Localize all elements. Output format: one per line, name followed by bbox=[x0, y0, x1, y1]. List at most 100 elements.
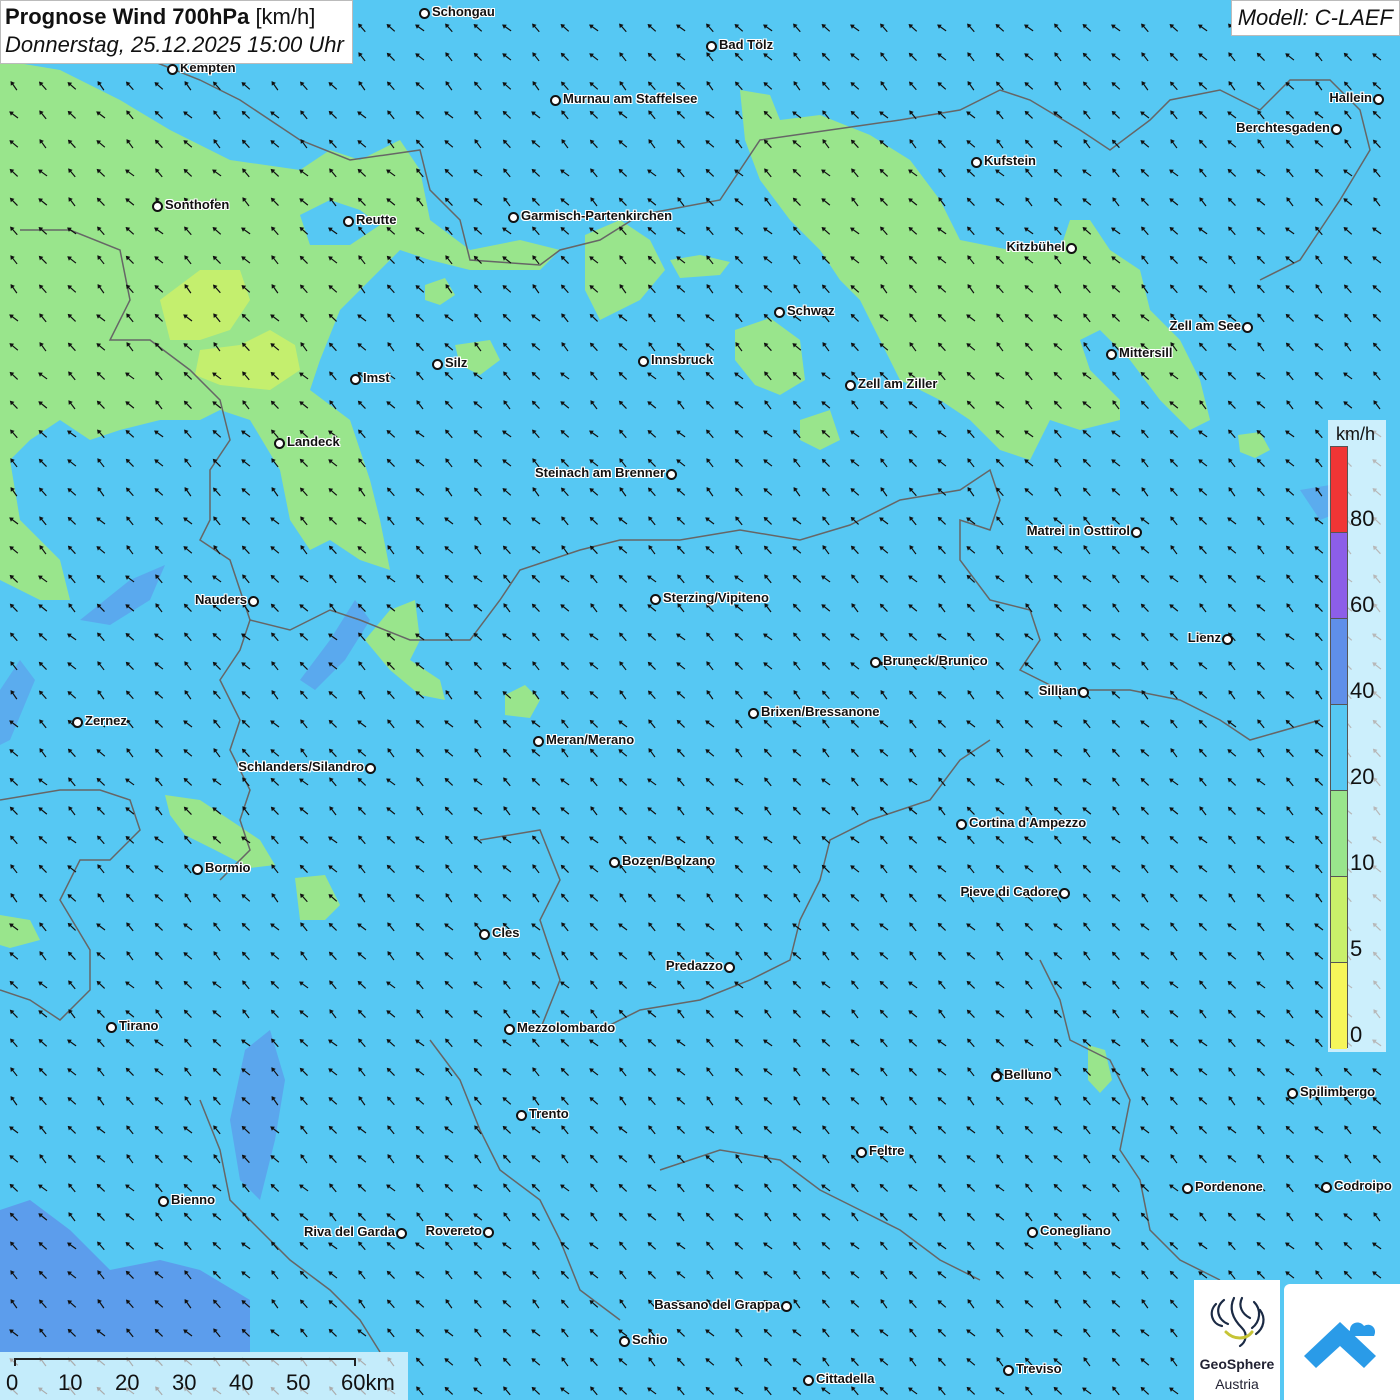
city-marker[interactable] bbox=[106, 1022, 117, 1033]
city-marker[interactable] bbox=[365, 763, 376, 774]
city-label[interactable]: Bruneck/Brunico bbox=[883, 653, 988, 668]
city-marker[interactable] bbox=[248, 596, 259, 607]
city-marker[interactable] bbox=[650, 594, 661, 605]
city-label[interactable]: Rovereto bbox=[426, 1223, 482, 1238]
city-label[interactable]: Zell am Ziller bbox=[858, 376, 937, 391]
city-label[interactable]: Treviso bbox=[1016, 1361, 1062, 1376]
city-label[interactable]: Innsbruck bbox=[651, 352, 713, 367]
city-marker[interactable] bbox=[1242, 322, 1253, 333]
city-marker[interactable] bbox=[396, 1228, 407, 1239]
city-marker[interactable] bbox=[971, 157, 982, 168]
city-marker[interactable] bbox=[1287, 1088, 1298, 1099]
city-label[interactable]: Kufstein bbox=[984, 153, 1036, 168]
city-label[interactable]: Sillian bbox=[1039, 683, 1077, 698]
city-marker[interactable] bbox=[152, 201, 163, 212]
city-marker[interactable] bbox=[1003, 1365, 1014, 1376]
city-label[interactable]: Bienno bbox=[171, 1192, 215, 1207]
city-marker[interactable] bbox=[706, 41, 717, 52]
city-marker[interactable] bbox=[1182, 1183, 1193, 1194]
city-label[interactable]: Schio bbox=[632, 1332, 667, 1347]
city-marker[interactable] bbox=[856, 1147, 867, 1158]
city-label[interactable]: Bozen/Bolzano bbox=[622, 853, 715, 868]
city-label[interactable]: Spilimbergo bbox=[1300, 1084, 1375, 1099]
city-label[interactable]: Cittadella bbox=[816, 1371, 875, 1386]
city-marker[interactable] bbox=[774, 307, 785, 318]
city-marker[interactable] bbox=[1059, 888, 1070, 899]
city-marker[interactable] bbox=[1373, 94, 1384, 105]
city-label[interactable]: Tirano bbox=[119, 1018, 159, 1033]
city-label[interactable]: Schwaz bbox=[787, 303, 835, 318]
city-marker[interactable] bbox=[619, 1336, 630, 1347]
city-marker[interactable] bbox=[1331, 124, 1342, 135]
city-marker[interactable] bbox=[870, 657, 881, 668]
city-label[interactable]: Kitzbühel bbox=[1007, 239, 1066, 254]
city-marker[interactable] bbox=[504, 1024, 515, 1035]
city-marker[interactable] bbox=[192, 864, 203, 875]
city-label[interactable]: Sterzing/Vipiteno bbox=[663, 590, 769, 605]
geosphere-logo[interactable]: GeoSphere Austria bbox=[1194, 1280, 1280, 1400]
city-label[interactable]: Garmisch-Partenkirchen bbox=[521, 208, 672, 223]
city-label[interactable]: Riva del Garda bbox=[304, 1224, 395, 1239]
city-marker[interactable] bbox=[158, 1196, 169, 1207]
city-marker[interactable] bbox=[483, 1227, 494, 1238]
city-label[interactable]: Berchtesgaden bbox=[1236, 120, 1330, 135]
city-label[interactable]: Sonthofen bbox=[165, 197, 229, 212]
city-marker[interactable] bbox=[419, 8, 430, 19]
wind-forecast-map[interactable]: Schongau Bad Tölz Kempten Murnau am Staffel… bbox=[0, 0, 1400, 1400]
city-marker[interactable] bbox=[274, 438, 285, 449]
city-label[interactable]: Conegliano bbox=[1040, 1223, 1111, 1238]
city-label[interactable]: Silz bbox=[445, 355, 467, 370]
city-label[interactable]: Cles bbox=[492, 925, 519, 940]
city-marker[interactable] bbox=[1078, 687, 1089, 698]
city-marker[interactable] bbox=[1027, 1227, 1038, 1238]
city-marker[interactable] bbox=[991, 1071, 1002, 1082]
city-marker[interactable] bbox=[638, 356, 649, 367]
city-marker[interactable] bbox=[748, 708, 759, 719]
city-marker[interactable] bbox=[508, 212, 519, 223]
city-label[interactable]: Belluno bbox=[1004, 1067, 1052, 1082]
city-label[interactable]: Predazzo bbox=[666, 958, 723, 973]
warnapp-logo[interactable] bbox=[1284, 1284, 1400, 1400]
city-label[interactable]: Bormio bbox=[205, 860, 251, 875]
city-label[interactable]: Bassano del Grappa bbox=[654, 1297, 780, 1312]
city-marker[interactable] bbox=[167, 64, 178, 75]
city-marker[interactable] bbox=[72, 717, 83, 728]
city-marker[interactable] bbox=[1222, 634, 1233, 645]
city-marker[interactable] bbox=[956, 819, 967, 830]
city-label[interactable]: Reutte bbox=[356, 212, 396, 227]
city-label[interactable]: Schlanders/Silandro bbox=[238, 759, 364, 774]
city-label[interactable]: Pieve di Cadore bbox=[960, 884, 1058, 899]
city-marker[interactable] bbox=[550, 95, 561, 106]
city-label[interactable]: Mezzolombardo bbox=[517, 1020, 615, 1035]
city-label[interactable]: Matrei in Osttirol bbox=[1027, 523, 1130, 538]
city-marker[interactable] bbox=[781, 1301, 792, 1312]
city-marker[interactable] bbox=[1321, 1182, 1332, 1193]
city-marker[interactable] bbox=[845, 380, 856, 391]
city-marker[interactable] bbox=[803, 1375, 814, 1386]
city-label[interactable]: Trento bbox=[529, 1106, 569, 1121]
city-marker[interactable] bbox=[343, 216, 354, 227]
city-label[interactable]: Meran/Merano bbox=[546, 732, 634, 747]
city-label[interactable]: Lienz bbox=[1188, 630, 1221, 645]
city-label[interactable]: Pordenone bbox=[1195, 1179, 1263, 1194]
city-label[interactable]: Cortina d'Ampezzo bbox=[969, 815, 1086, 830]
city-marker[interactable] bbox=[350, 374, 361, 385]
city-label[interactable]: Mittersill bbox=[1119, 345, 1172, 360]
city-label[interactable]: Schongau bbox=[432, 4, 495, 19]
city-marker[interactable] bbox=[1066, 243, 1077, 254]
city-marker[interactable] bbox=[1131, 527, 1142, 538]
city-label[interactable]: Feltre bbox=[869, 1143, 904, 1158]
city-label[interactable]: Brixen/Bressanone bbox=[761, 704, 880, 719]
city-label[interactable]: Murnau am Staffelsee bbox=[563, 91, 697, 106]
city-label[interactable]: Imst bbox=[363, 370, 390, 385]
city-label[interactable]: Nauders bbox=[195, 592, 247, 607]
city-label[interactable]: Codroipo bbox=[1334, 1178, 1392, 1193]
city-label[interactable]: Bad Tölz bbox=[719, 37, 773, 52]
city-marker[interactable] bbox=[516, 1110, 527, 1121]
city-marker[interactable] bbox=[724, 962, 735, 973]
city-marker[interactable] bbox=[533, 736, 544, 747]
city-marker[interactable] bbox=[666, 469, 677, 480]
city-label[interactable]: Hallein bbox=[1329, 90, 1372, 105]
city-marker[interactable] bbox=[1106, 349, 1117, 360]
city-marker[interactable] bbox=[609, 857, 620, 868]
